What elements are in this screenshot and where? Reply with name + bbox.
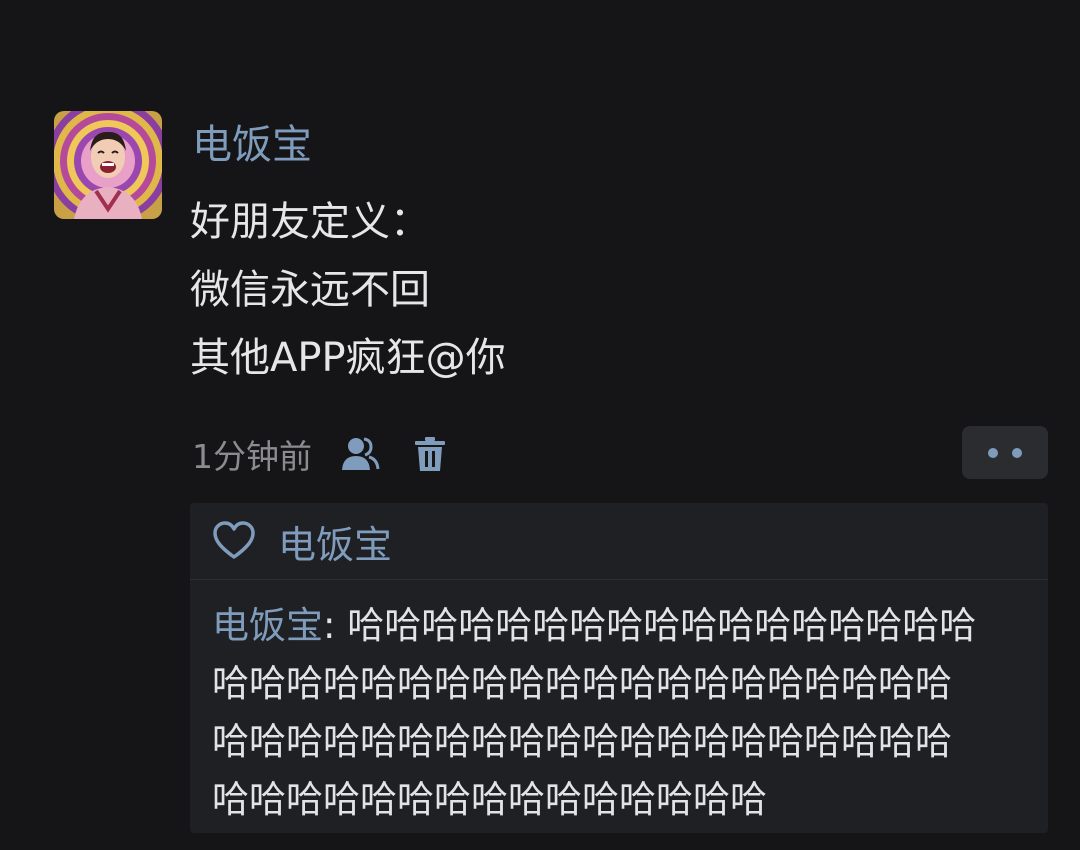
comment-text: 哈哈哈哈哈哈哈哈哈哈哈哈哈哈哈哈哈哈哈哈 [212, 720, 952, 763]
comment[interactable]: 电饭宝: 哈哈哈哈哈哈哈哈哈哈哈哈哈哈哈哈哈 哈哈哈哈哈哈哈哈哈哈哈哈哈哈哈哈哈… [212, 597, 1042, 829]
avatar[interactable] [54, 111, 162, 219]
trash-icon[interactable] [408, 432, 452, 476]
like-user-name[interactable]: 电饭宝 [278, 514, 392, 569]
likes-row: 电饭宝 [190, 503, 1048, 580]
more-dots-icon [1012, 447, 1022, 458]
friends-icon[interactable] [338, 432, 382, 476]
post-text-line: 其他APP疯狂@你 [190, 335, 506, 381]
more-actions-button[interactable] [962, 426, 1048, 479]
more-dots-icon [988, 447, 998, 458]
avatar-image [54, 111, 162, 219]
heart-icon [212, 518, 258, 564]
post-text-line: 好朋友定义： [190, 199, 430, 245]
post-author-name[interactable]: 电饭宝 [192, 120, 312, 170]
comment-separator: : [323, 604, 348, 647]
comment-text: 哈哈哈哈哈哈哈哈哈哈哈哈哈哈哈哈哈哈哈哈 [212, 662, 952, 705]
comment-line: 电饭宝: 哈哈哈哈哈哈哈哈哈哈哈哈哈哈哈哈哈 [212, 597, 1042, 655]
post-text: 好朋友定义： 微信永远不回 其他APP疯狂@你 [190, 188, 890, 392]
comment-author[interactable]: 电饭宝 [212, 604, 323, 647]
post-timestamp: 1分钟前 [192, 437, 312, 476]
post-meta-row: 1分钟前 [192, 428, 452, 480]
moments-post: 电饭宝 好朋友定义： 微信永远不回 其他APP疯狂@你 1分钟前 电饭宝 电饭宝… [0, 0, 1080, 850]
comment-text: 哈哈哈哈哈哈哈哈哈哈哈哈哈哈哈哈哈 [347, 604, 977, 647]
comment-text: 哈哈哈哈哈哈哈哈哈哈哈哈哈哈哈 [212, 778, 767, 821]
post-text-line: 微信永远不回 [190, 267, 430, 313]
likes-comments-panel: 电饭宝 电饭宝: 哈哈哈哈哈哈哈哈哈哈哈哈哈哈哈哈哈 哈哈哈哈哈哈哈哈哈哈哈哈哈… [190, 503, 1048, 833]
